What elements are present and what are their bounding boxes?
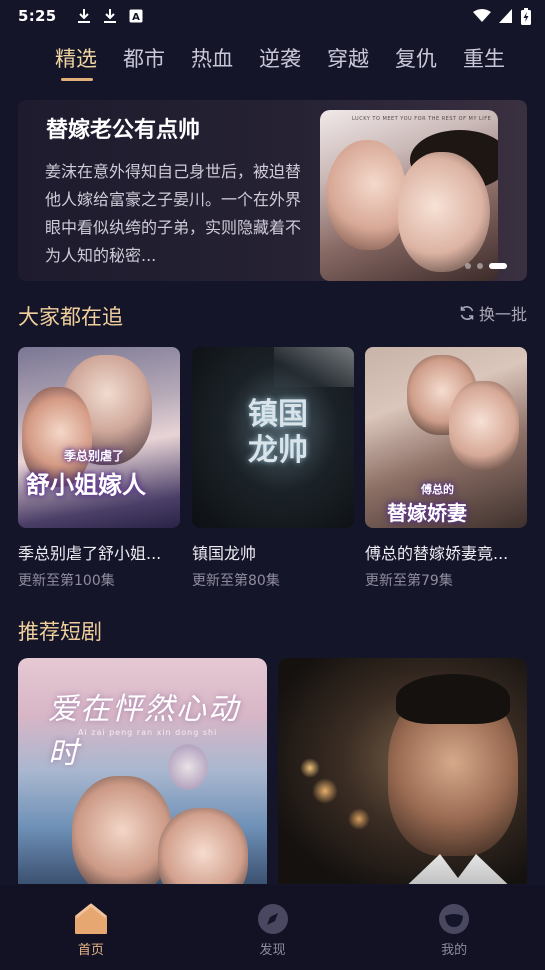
carousel-dot-active: [489, 263, 507, 269]
tab-comeback[interactable]: 逆袭: [259, 40, 327, 80]
drama-cover: 傅总的 替嫁娇妻: [365, 347, 527, 528]
episode-status: 更新至第100集: [18, 573, 115, 589]
banner-description: 姜沫在意外得知自己身世后，被迫替他人嫁给富豪之子晏川。一个在外界眼中看似纨绔的子…: [45, 162, 302, 265]
carousel-dot: [465, 263, 471, 269]
episode-status: 更新至第80集: [192, 573, 280, 589]
category-tabs: 精选 都市 热血 逆袭 穿越 复仇 重生: [55, 40, 531, 81]
drama-cover: 季总别虐了 舒小姐嫁人: [18, 347, 180, 528]
cover-title: 替嫁娇妻: [387, 501, 467, 525]
cover-title: 镇国龙帅: [248, 397, 308, 468]
keyboard-a-icon: A: [129, 9, 143, 23]
tab-time-travel[interactable]: 穿越: [327, 40, 395, 80]
nav-label: 首页: [77, 943, 104, 958]
carousel-dot: [477, 263, 483, 269]
compass-icon: [257, 904, 288, 934]
refresh-label: 换一批: [478, 305, 527, 324]
carousel-indicator: [465, 263, 507, 269]
profile-icon: [439, 904, 470, 934]
notification-icons: A: [77, 8, 143, 24]
battery-charging-icon: [521, 7, 531, 25]
cover-title: 舒小姐嫁人: [26, 471, 146, 499]
wifi-icon: [473, 9, 491, 22]
banner-poster: LUCKY TO MEET YOU FOR THE REST OF MY LIF…: [320, 110, 498, 281]
featured-banner[interactable]: 替嫁老公有点帅 姜沫在意外得知自己身世后，被迫替他人嫁给富豪之子晏川。一个在外界…: [18, 100, 527, 281]
drama-title: 镇国龙帅: [192, 544, 257, 563]
drama-card[interactable]: 镇国龙帅 镇国龙帅 更新至第80集: [192, 347, 354, 590]
status-time: 5:25: [18, 7, 57, 25]
cover-title-small: 傅总的: [421, 483, 454, 496]
bottom-navigation: 首页 发现 我的: [0, 885, 545, 970]
recommended-drama-card[interactable]: [278, 658, 527, 884]
section-title-trending: 大家都在追: [18, 305, 123, 329]
nav-discover[interactable]: 发现: [182, 885, 364, 970]
tab-urban[interactable]: 都市: [123, 40, 191, 80]
drama-title: 傅总的替嫁娇妻竟...: [365, 544, 509, 563]
refresh-icon: [460, 306, 474, 320]
drama-title: 季总别虐了舒小姐...: [18, 544, 162, 563]
download-icon: [77, 9, 90, 23]
cover-subtitle: Ai zai peng ran xin dong shi: [78, 728, 218, 737]
section-title-recommended: 推荐短剧: [18, 620, 102, 644]
system-icons: [473, 7, 531, 25]
episode-status: 更新至第79集: [365, 573, 453, 589]
poster-caption: LUCKY TO MEET YOU FOR THE REST OF MY LIF…: [352, 116, 492, 122]
drama-cover: 镇国龙帅: [192, 347, 354, 528]
recommended-drama-card[interactable]: 爱在怦然心动时 Ai zai peng ran xin dong shi: [18, 658, 267, 884]
tab-revenge[interactable]: 复仇: [395, 40, 463, 80]
signal-icon: [499, 9, 512, 23]
nav-label: 我的: [441, 943, 468, 958]
tab-featured[interactable]: 精选: [55, 40, 123, 81]
nav-profile[interactable]: 我的: [363, 885, 545, 970]
tab-rebirth[interactable]: 重生: [463, 40, 531, 80]
status-bar: 5:25 A: [0, 0, 545, 32]
drama-card[interactable]: 傅总的 替嫁娇妻 傅总的替嫁娇妻竟... 更新至第79集: [365, 347, 527, 590]
cover-title-small: 季总别虐了: [64, 449, 125, 463]
svg-text:A: A: [132, 12, 140, 23]
banner-title: 替嫁老公有点帅: [46, 118, 201, 143]
drama-card[interactable]: 季总别虐了 舒小姐嫁人 季总别虐了舒小姐... 更新至第100集: [18, 347, 180, 590]
home-icon: [74, 903, 107, 934]
refresh-button[interactable]: 换一批: [459, 301, 527, 325]
download-icon: [103, 9, 116, 23]
nav-label: 发现: [259, 943, 286, 958]
tab-hot-blooded[interactable]: 热血: [191, 40, 259, 80]
nav-home[interactable]: 首页: [0, 885, 182, 970]
